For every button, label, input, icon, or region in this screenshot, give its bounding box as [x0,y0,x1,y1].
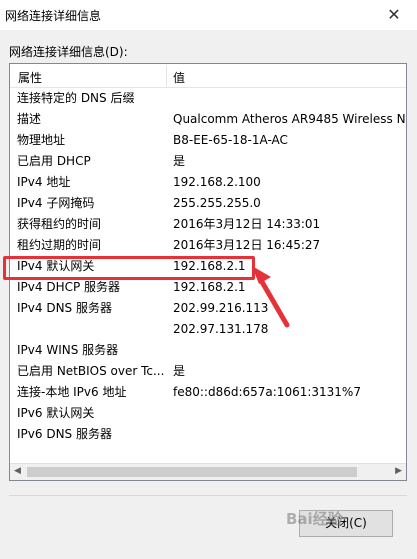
table-row[interactable]: IPv6 默认网关 [10,403,406,424]
listview-header: 属性 值 [10,64,406,88]
row-property: IPv4 DHCP 服务器 [17,280,121,294]
table-row[interactable]: 202.97.131.178 [10,319,406,340]
window-close-icon[interactable]: ✕ [371,0,417,30]
row-value: 192.168.2.100 [173,175,261,189]
horizontal-scrollbar[interactable]: ◀ ▶ [10,463,406,480]
row-value: 202.97.131.178 [173,322,269,336]
details-group-label: 网络连接详细信息(D): [9,45,128,59]
window-title: 网络连接详细信息 [5,9,102,23]
listview-rows: 连接特定的 DNS 后缀 描述 Qualcomm Atheros AR9485 Wi… [10,88,406,445]
row-property: 连接特定的 DNS 后缀 [17,91,135,105]
row-value: Qualcomm Atheros AR9485 Wireless Ne [173,112,407,126]
table-row[interactable]: IPv4 地址 192.168.2.100 [10,172,406,193]
table-row[interactable]: 描述 Qualcomm Atheros AR9485 Wireless Ne [10,109,406,130]
row-property: 物理地址 [17,133,66,147]
close-button[interactable]: 关闭(C) [299,510,393,537]
row-property: 租约过期的时间 [17,238,102,252]
table-row[interactable]: IPv4 WINS 服务器 [10,340,406,361]
table-row[interactable]: 租约过期的时间 2016年3月12日 16:45:27 [10,235,406,256]
row-property: IPv4 DNS 服务器 [17,301,112,315]
row-property: IPv4 地址 [17,175,71,189]
scroll-left-icon[interactable]: ◀ [14,466,21,476]
row-property: IPv6 默认网关 [17,406,95,420]
row-property: 描述 [17,112,42,126]
scroll-thumb[interactable] [27,467,357,477]
title-bar: 网络连接详细信息 ✕ [0,0,417,30]
row-value: B8-EE-65-18-1A-AC [173,133,288,147]
details-listview[interactable]: 属性 值 连接特定的 DNS 后缀 描述 Qualcomm Atheros AR94… [9,63,407,481]
row-property: IPv6 DNS 服务器 [17,427,112,441]
row-value: 192.168.2.1 [173,259,246,273]
column-divider[interactable] [166,66,167,86]
scroll-right-icon[interactable]: ▶ [395,466,402,476]
row-property: IPv4 默认网关 [17,259,95,273]
row-property: 获得租约的时间 [17,217,102,231]
table-row[interactable]: IPv4 子网掩码 255.255.255.0 [10,193,406,214]
table-row[interactable]: IPv4 DNS 服务器 202.99.216.113 [10,298,406,319]
column-header-value[interactable]: 值 [173,69,185,86]
row-value: 是 [173,364,186,378]
row-property: 已启用 DHCP [17,154,91,168]
row-property: IPv4 WINS 服务器 [17,343,119,357]
row-property: 已启用 NetBIOS over Tc... [17,364,165,378]
table-row[interactable]: 获得租约的时间 2016年3月12日 14:33:01 [10,214,406,235]
row-value: 是 [173,154,186,168]
footer-separator [9,495,407,496]
table-row[interactable]: 物理地址 B8-EE-65-18-1A-AC [10,130,406,151]
row-property: IPv4 子网掩码 [17,196,95,210]
row-value: 202.99.216.113 [173,301,269,315]
row-value: 2016年3月12日 16:45:27 [173,238,321,252]
table-row[interactable]: IPv6 DNS 服务器 [10,424,406,445]
table-row[interactable]: 连接特定的 DNS 后缀 [10,88,406,109]
row-value: 192.168.2.1 [173,280,246,294]
table-row[interactable]: 已启用 DHCP 是 [10,151,406,172]
row-property: 连接-本地 IPv6 地址 [17,385,127,399]
table-row[interactable]: IPv4 DHCP 服务器 192.168.2.1 [10,277,406,298]
column-header-property[interactable]: 属性 [18,69,42,86]
table-row[interactable]: 连接-本地 IPv6 地址 fe80::d86d:657a:1061:3131%7 [10,382,406,403]
row-value: 255.255.255.0 [173,196,261,210]
table-row[interactable]: 已启用 NetBIOS over Tc... 是 [10,361,406,382]
row-value: fe80::d86d:657a:1061:3131%7 [173,385,361,399]
table-row[interactable]: IPv4 默认网关 192.168.2.1 [10,256,406,277]
row-value: 2016年3月12日 14:33:01 [173,217,321,231]
